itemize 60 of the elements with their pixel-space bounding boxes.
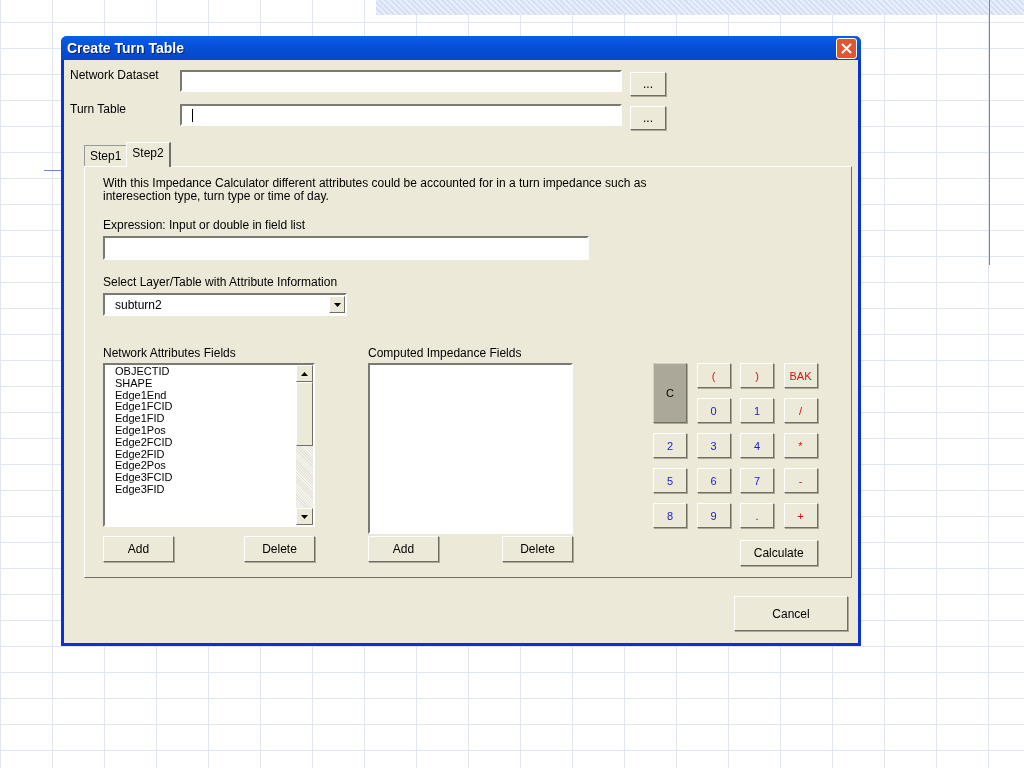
input-field[interactable]	[180, 104, 622, 126]
keypad-button[interactable]: 1	[740, 398, 774, 423]
field-label: Expression: Input or double in field list	[103, 218, 307, 232]
list-item[interactable]: Edge3FID	[115, 483, 296, 496]
scroll-up-icon[interactable]	[296, 365, 313, 382]
layer-dropdown[interactable]: subturn2	[103, 293, 347, 316]
expression-field[interactable]	[103, 236, 589, 260]
keypad-button[interactable]: 0	[696, 398, 731, 423]
browse-button[interactable]: ...	[630, 72, 666, 96]
list-item[interactable]: Edge2Pos	[115, 460, 296, 473]
window-title: Create Turn Table	[67, 40, 184, 56]
input-field[interactable]	[180, 70, 622, 92]
keypad-button[interactable]: 3	[696, 433, 731, 458]
keypad-button[interactable]: 4	[740, 433, 774, 458]
tab[interactable]: Step1	[84, 145, 128, 166]
keypad-button[interactable]: 9	[696, 503, 731, 528]
keypad-button[interactable]: 8	[653, 503, 687, 528]
keypad-button[interactable]: *	[783, 433, 818, 458]
keypad-button[interactable]: .	[740, 503, 774, 528]
delete-button[interactable]: Delete	[244, 536, 315, 562]
list-label: Network Attributes Fields	[103, 346, 237, 360]
cancel-button[interactable]: Cancel	[734, 596, 848, 631]
list-item[interactable]: Edge1Pos	[115, 425, 296, 437]
list-item[interactable]: Edge2FID	[115, 448, 296, 461]
keypad-button[interactable]: (	[696, 363, 731, 388]
field-label: Network Dataset	[70, 68, 160, 82]
scroll-thumb[interactable]	[296, 382, 313, 446]
list-item[interactable]: Edge3FCID	[115, 472, 296, 484]
list-label: Computed Impedance Fields	[368, 346, 523, 360]
keypad-button[interactable]: 6	[696, 468, 731, 493]
tab[interactable]: Step2	[126, 142, 171, 167]
keypad-button[interactable]: BAK	[783, 363, 818, 388]
keypad-button[interactable]: 2	[653, 433, 687, 458]
list-item[interactable]: Edge1FCID	[115, 401, 296, 414]
browse-button[interactable]: ...	[630, 106, 666, 130]
scrollbar[interactable]	[296, 365, 313, 525]
add-button[interactable]: Add	[103, 536, 174, 562]
keypad-button[interactable]: -	[783, 468, 818, 493]
dropdown-value: subturn2	[115, 297, 162, 312]
clear-button[interactable]: C	[653, 363, 687, 423]
list-box[interactable]: OBJECTID SHAPE Edge1End Edge1FCID Edge1FID Edge1Pos Edge2FCID Edge2FID Edge2Pos Edge3FCID Edge3FID	[103, 363, 315, 527]
list-item[interactable]: SHAPE	[115, 377, 296, 390]
keypad-button[interactable]: 5	[653, 468, 687, 493]
field-label: Turn Table	[70, 102, 128, 116]
list-item[interactable]: OBJECTID	[115, 366, 296, 378]
close-icon[interactable]	[836, 37, 857, 59]
keypad-button[interactable]: +	[783, 503, 818, 528]
list-item[interactable]: Edge2FCID	[115, 436, 296, 449]
keypad-button[interactable]: 7	[740, 468, 774, 493]
list-box[interactable]	[368, 363, 573, 534]
list-item[interactable]: Edge1End	[115, 389, 296, 402]
add-button[interactable]: Add	[368, 536, 439, 562]
field-label: Select Layer/Table with Attribute Information	[103, 275, 339, 289]
keypad-button[interactable]: /	[783, 398, 818, 423]
list-item[interactable]: Edge1FID	[115, 413, 296, 425]
calculate-button[interactable]: Calculate	[740, 540, 818, 566]
delete-button[interactable]: Delete	[502, 536, 573, 562]
keypad-button[interactable]: )	[740, 363, 774, 388]
scroll-down-icon[interactable]	[296, 508, 313, 525]
description-text: With this Impedance Calculator different attributes could be accounted for in a turn impedance such as interesection type, turn type or time of day.	[103, 177, 648, 203]
